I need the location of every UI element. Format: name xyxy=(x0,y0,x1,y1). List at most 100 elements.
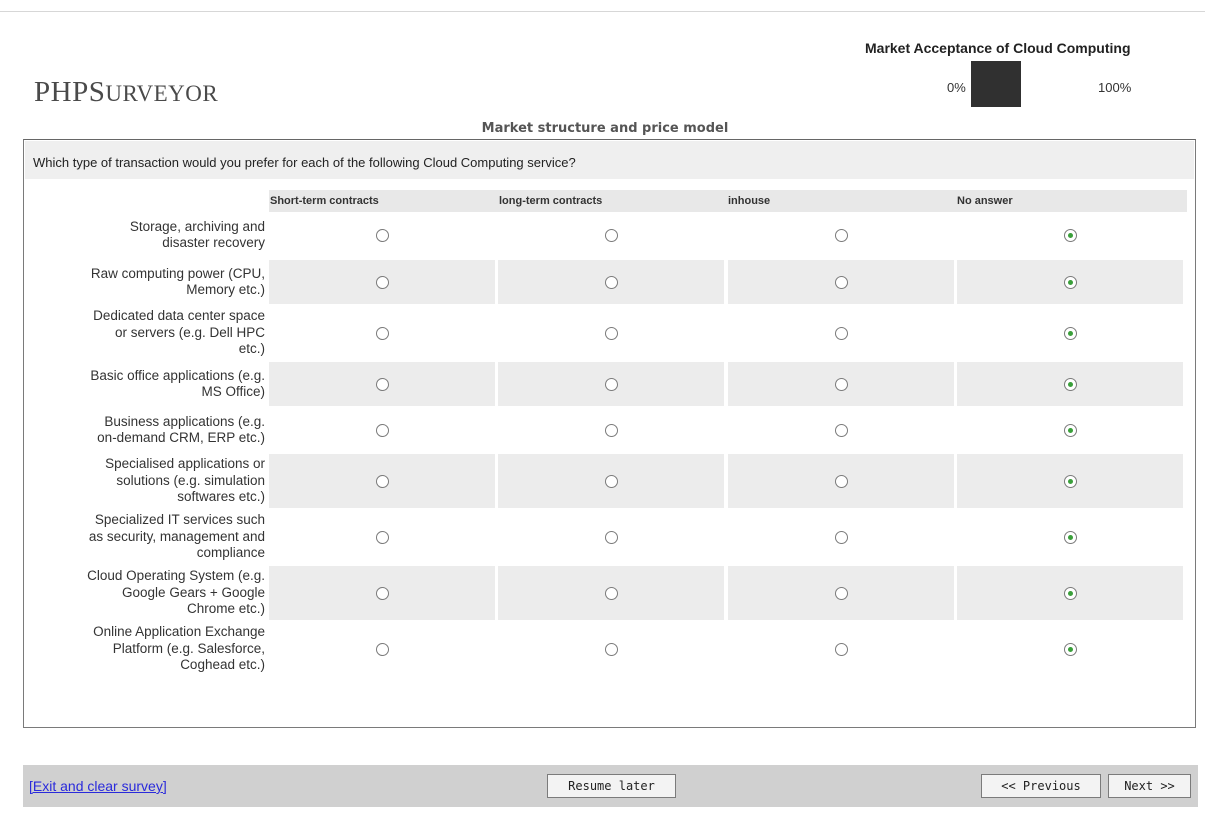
answer-cell xyxy=(498,510,724,564)
row-label-line: or servers (e.g. Dell HPC xyxy=(114,324,265,340)
radio-inhouse[interactable] xyxy=(835,643,848,656)
row-label-line: Cloud Operating System (e.g. xyxy=(87,568,265,584)
radio-no-answer[interactable] xyxy=(1064,643,1077,656)
row-label-line: softwares etc.) xyxy=(177,489,265,505)
progress-start-label: 0% xyxy=(947,80,966,95)
row-label-line: Platform (e.g. Salesforce, xyxy=(112,640,265,656)
exit-clear-survey-link[interactable]: [Exit and clear survey] xyxy=(29,778,167,794)
radio-short-term[interactable] xyxy=(376,643,389,656)
answer-cell xyxy=(957,408,1183,452)
radio-short-term[interactable] xyxy=(376,475,389,488)
row-label-line: Google Gears + Google xyxy=(122,584,265,600)
previous-button[interactable]: << Previous xyxy=(981,774,1101,798)
radio-short-term[interactable] xyxy=(376,229,389,242)
answer-cell xyxy=(269,362,495,406)
answer-cell xyxy=(728,306,954,360)
answer-cell xyxy=(269,622,495,676)
row-label-line: etc.) xyxy=(238,341,265,357)
answer-cell xyxy=(269,306,495,360)
radio-no-answer[interactable] xyxy=(1064,531,1077,544)
table-row: Online Application Exchange Platform (e.g… xyxy=(24,622,1195,676)
group-title: Market structure and price model xyxy=(481,121,729,136)
answer-cell xyxy=(498,454,724,508)
column-header: Short-term contracts xyxy=(270,195,379,207)
answer-cell xyxy=(728,454,954,508)
answer-cell xyxy=(269,454,495,508)
answer-cell xyxy=(728,622,954,676)
answer-cell xyxy=(498,212,724,258)
radio-no-answer[interactable] xyxy=(1064,327,1077,340)
row-label: Storage, archiving and disaster recovery xyxy=(24,219,265,252)
radio-long-term[interactable] xyxy=(605,327,618,340)
radio-inhouse[interactable] xyxy=(835,587,848,600)
answer-cell xyxy=(957,212,1183,258)
row-label-line: Raw computing power (CPU, xyxy=(90,265,265,281)
radio-inhouse[interactable] xyxy=(835,378,848,391)
row-label: Specialised applications or solutions (e.… xyxy=(24,456,265,506)
row-label-line: Chrome etc.) xyxy=(186,601,265,617)
row-label: Basic office applications (e.g. MS Office… xyxy=(24,368,265,401)
column-header: No answer xyxy=(957,195,1013,207)
table-row: Storage, archiving and disaster recovery xyxy=(24,212,1195,258)
radio-long-term[interactable] xyxy=(605,276,618,289)
answer-cell xyxy=(957,510,1183,564)
row-label-line: Storage, archiving and xyxy=(129,218,265,234)
progress-bar xyxy=(971,61,1021,107)
radio-long-term[interactable] xyxy=(605,229,618,242)
radio-long-term[interactable] xyxy=(605,531,618,544)
footer-bar: [Exit and clear survey] Resume later << … xyxy=(23,765,1198,807)
table-row: Specialised applications or solutions (e.… xyxy=(24,454,1195,508)
question-box: Which type of transaction would you pref… xyxy=(23,139,1196,728)
radio-inhouse[interactable] xyxy=(835,327,848,340)
radio-no-answer[interactable] xyxy=(1064,276,1077,289)
progress-end-label: 100% xyxy=(1098,80,1132,95)
answer-cell xyxy=(957,306,1183,360)
radio-long-term[interactable] xyxy=(605,587,618,600)
radio-no-answer[interactable] xyxy=(1064,424,1077,437)
row-label-line: Basic office applications (e.g. xyxy=(90,367,265,383)
radio-long-term[interactable] xyxy=(605,378,618,391)
answer-cell xyxy=(498,306,724,360)
radio-inhouse[interactable] xyxy=(835,229,848,242)
answer-cell xyxy=(269,566,495,620)
radio-short-term[interactable] xyxy=(376,327,389,340)
radio-no-answer[interactable] xyxy=(1064,378,1077,391)
table-row: Business applications (e.g. on-demand CRM… xyxy=(24,408,1195,452)
radio-short-term[interactable] xyxy=(376,587,389,600)
row-label-line: as security, management and xyxy=(88,528,265,544)
radio-no-answer[interactable] xyxy=(1064,587,1077,600)
row-label: Business applications (e.g. on-demand CRM… xyxy=(24,414,265,447)
row-label-line: MS Office) xyxy=(201,384,265,399)
answer-cell xyxy=(728,362,954,406)
answer-cell xyxy=(957,454,1183,508)
radio-short-term[interactable] xyxy=(376,378,389,391)
radio-no-answer[interactable] xyxy=(1064,475,1077,488)
top-divider xyxy=(0,11,1205,12)
radio-inhouse[interactable] xyxy=(835,424,848,437)
resume-later-button[interactable]: Resume later xyxy=(547,774,676,798)
radio-inhouse[interactable] xyxy=(835,276,848,289)
radio-short-term[interactable] xyxy=(376,276,389,289)
row-label: Specialized IT services such as security,… xyxy=(24,512,265,562)
survey-title: Market Acceptance of Cloud Computing xyxy=(865,40,1131,56)
radio-long-term[interactable] xyxy=(605,475,618,488)
answer-cell xyxy=(957,622,1183,676)
phpsurveyor-logo: PHPSURVEYOR xyxy=(34,76,219,108)
answer-cell xyxy=(269,408,495,452)
row-label-line: Coghead etc.) xyxy=(180,657,265,673)
radio-long-term[interactable] xyxy=(605,424,618,437)
radio-short-term[interactable] xyxy=(376,531,389,544)
radio-long-term[interactable] xyxy=(605,643,618,656)
answer-cell xyxy=(728,510,954,564)
radio-no-answer[interactable] xyxy=(1064,229,1077,242)
answer-cell xyxy=(957,260,1183,304)
answer-cell xyxy=(269,510,495,564)
radio-short-term[interactable] xyxy=(376,424,389,437)
next-button[interactable]: Next >> xyxy=(1108,774,1191,798)
row-label: Cloud Operating System (e.g. Google Gears… xyxy=(24,568,265,618)
row-label-line: solutions (e.g. simulation xyxy=(116,472,265,488)
radio-inhouse[interactable] xyxy=(835,531,848,544)
answer-cell xyxy=(498,622,724,676)
row-label: Online Application Exchange Platform (e.g… xyxy=(24,624,265,674)
radio-inhouse[interactable] xyxy=(835,475,848,488)
